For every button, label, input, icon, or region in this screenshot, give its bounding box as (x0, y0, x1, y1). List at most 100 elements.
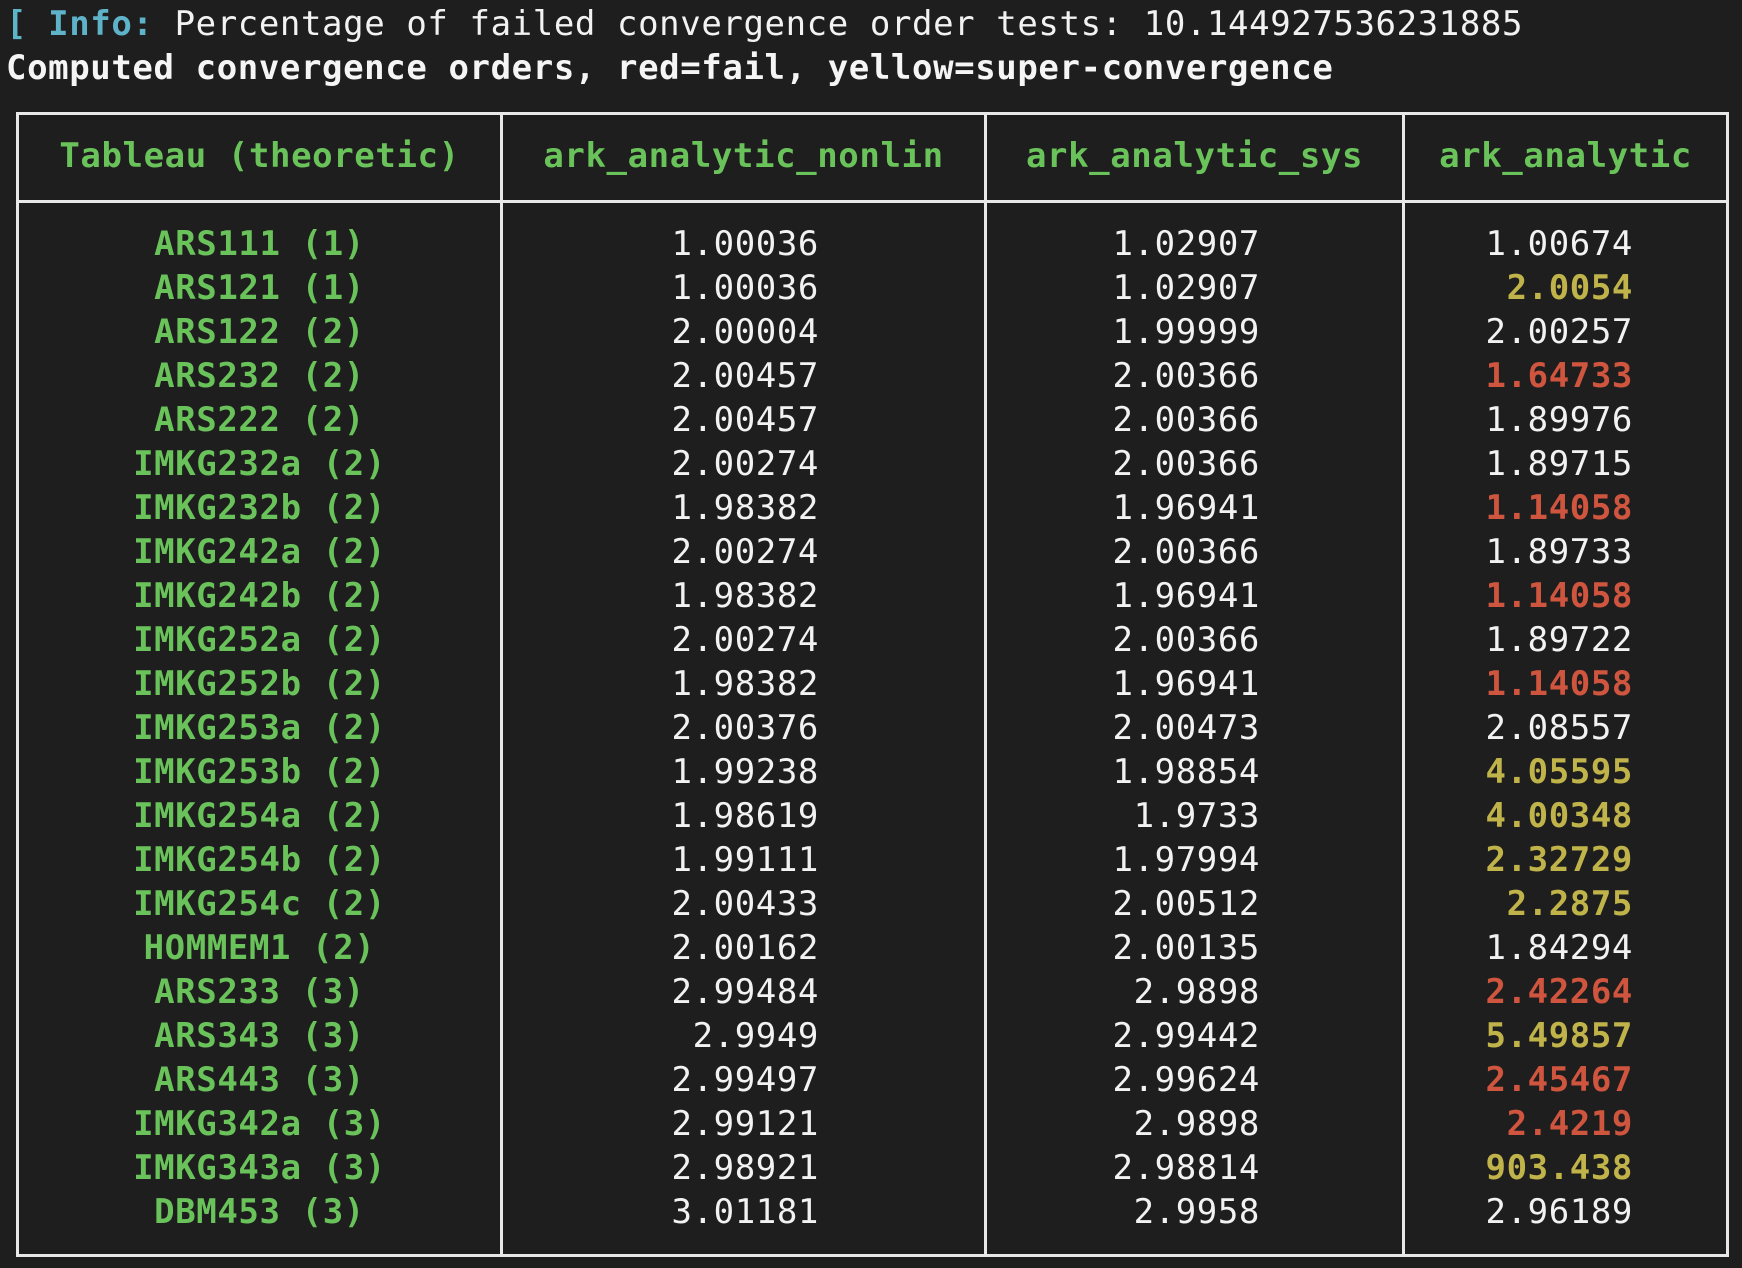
order-value-cell: 1.98619 (671, 796, 819, 836)
table-caption: Computed convergence orders, red=fail, y… (6, 48, 1334, 88)
order-value-cell: 1.64733 (1485, 356, 1633, 396)
order-value-cell: 2.00274 (671, 620, 819, 660)
order-value-cell: 1.89715 (1485, 444, 1633, 484)
tableau-name-cell: ARS111 (1) (154, 224, 365, 264)
tableau-name-cell: DBM453 (3) (154, 1192, 365, 1232)
order-value-cell: 1.14058 (1485, 664, 1633, 704)
tableau-name-cell: IMKG253b (2) (133, 752, 386, 792)
order-value-cell: 2.00004 (671, 312, 819, 352)
header-tableau: Tableau (theoretic) (59, 136, 460, 176)
tableau-name-cell: IMKG254c (2) (133, 884, 386, 924)
info-message: Percentage of failed convergence order t… (153, 4, 1524, 44)
order-value-cell: 4.00348 (1485, 796, 1633, 836)
order-value-cell: 1.14058 (1485, 488, 1633, 528)
order-value-cell: 1.99999 (1112, 312, 1260, 352)
order-value-cell: 3.01181 (671, 1192, 819, 1232)
order-value-cell: 2.98921 (671, 1148, 819, 1188)
order-value-cell: 903.438 (1485, 1148, 1633, 1188)
order-value-cell: 5.49857 (1485, 1016, 1633, 1056)
order-value-cell: 2.2875 (1506, 884, 1633, 924)
order-value-cell: 1.96941 (1112, 664, 1260, 704)
tableau-name-cell: IMKG232a (2) (133, 444, 386, 484)
order-value-cell: 2.98814 (1112, 1148, 1260, 1188)
order-value-cell: 2.42264 (1485, 972, 1633, 1012)
order-value-cell: 1.9733 (1133, 796, 1260, 836)
order-value-cell: 2.99121 (671, 1104, 819, 1144)
order-value-cell: 1.00036 (671, 224, 819, 264)
order-value-cell: 2.00257 (1485, 312, 1633, 352)
order-value-cell: 2.00162 (671, 928, 819, 968)
tableau-name-cell: IMKG254a (2) (133, 796, 386, 836)
order-value-cell: 2.00274 (671, 532, 819, 572)
tableau-name-cell: ARS233 (3) (154, 972, 365, 1012)
header-ark-analytic: ark_analytic (1439, 136, 1692, 176)
order-value-cell: 2.9958 (1133, 1192, 1260, 1232)
order-value-cell: 1.99238 (671, 752, 819, 792)
header-ark-analytic-sys: ark_analytic_sys (1025, 136, 1364, 176)
order-value-cell: 2.00366 (1112, 620, 1260, 660)
order-value-cell: 2.99497 (671, 1060, 819, 1100)
tableau-name-cell: ARS443 (3) (154, 1060, 365, 1100)
order-value-cell: 1.00674 (1485, 224, 1633, 264)
order-value-cell: 2.4219 (1506, 1104, 1633, 1144)
tableau-name-cell: IMKG242b (2) (133, 576, 386, 616)
order-value-cell: 2.9898 (1133, 1104, 1260, 1144)
order-value-cell: 1.00036 (671, 268, 819, 308)
order-value-cell: 1.02907 (1112, 268, 1260, 308)
tableau-name-cell: ARS222 (2) (154, 400, 365, 440)
order-value-cell: 2.00366 (1112, 444, 1260, 484)
order-value-cell: 1.89733 (1485, 532, 1633, 572)
tableau-name-cell: IMKG342a (3) (133, 1104, 386, 1144)
tableau-name-cell: ARS121 (1) (154, 268, 365, 308)
order-value-cell: 2.00457 (671, 400, 819, 440)
order-value-cell: 1.96941 (1112, 576, 1260, 616)
order-value-cell: 1.96941 (1112, 488, 1260, 528)
order-value-cell: 1.89976 (1485, 400, 1633, 440)
tableau-name-cell: IMKG232b (2) (133, 488, 386, 528)
order-value-cell: 2.00135 (1112, 928, 1260, 968)
tableau-name-cell: IMKG252b (2) (133, 664, 386, 704)
order-value-cell: 1.98382 (671, 664, 819, 704)
order-value-cell: 2.9898 (1133, 972, 1260, 1012)
tableau-name-cell: IMKG253a (2) (133, 708, 386, 748)
tableau-name-cell: HOMMEM1 (2) (143, 928, 376, 968)
order-value-cell: 2.00366 (1112, 532, 1260, 572)
order-value-cell: 2.00512 (1112, 884, 1260, 924)
order-value-cell: 2.00274 (671, 444, 819, 484)
order-value-cell: 1.97994 (1112, 840, 1260, 880)
order-value-cell: 1.89722 (1485, 620, 1633, 660)
order-value-cell: 2.99442 (1112, 1016, 1260, 1056)
order-value-cell: 2.32729 (1485, 840, 1633, 880)
order-value-cell: 2.0054 (1506, 268, 1633, 308)
order-value-cell: 4.05595 (1485, 752, 1633, 792)
order-value-cell: 2.08557 (1485, 708, 1633, 748)
info-tag: [ Info: (6, 4, 154, 44)
header-divider (16, 200, 1729, 203)
order-value-cell: 1.84294 (1485, 928, 1633, 968)
order-value-cell: 2.96189 (1485, 1192, 1633, 1232)
info-log-line: [ Info: Percentage of failed convergence… (6, 2, 1523, 46)
order-value-cell: 2.99484 (671, 972, 819, 1012)
tableau-name-cell: ARS232 (2) (154, 356, 365, 396)
order-value-cell: 1.98854 (1112, 752, 1260, 792)
order-value-cell: 1.98382 (671, 488, 819, 528)
tableau-name-cell: ARS343 (3) (154, 1016, 365, 1056)
order-value-cell: 1.14058 (1485, 576, 1633, 616)
order-value-cell: 2.00473 (1112, 708, 1260, 748)
tableau-name-cell: IMKG242a (2) (133, 532, 386, 572)
order-value-cell: 2.99624 (1112, 1060, 1260, 1100)
order-value-cell: 2.00433 (671, 884, 819, 924)
tableau-name-cell: IMKG252a (2) (133, 620, 386, 660)
order-value-cell: 2.00376 (671, 708, 819, 748)
order-value-cell: 1.99111 (671, 840, 819, 880)
order-value-cell: 2.9949 (692, 1016, 819, 1056)
order-value-cell: 2.00366 (1112, 356, 1260, 396)
tableau-name-cell: ARS122 (2) (154, 312, 365, 352)
order-value-cell: 1.02907 (1112, 224, 1260, 264)
header-ark-analytic-nonlin: ark_analytic_nonlin (543, 136, 944, 176)
order-value-cell: 1.98382 (671, 576, 819, 616)
tableau-name-cell: IMKG254b (2) (133, 840, 386, 880)
order-value-cell: 2.00366 (1112, 400, 1260, 440)
order-value-cell: 2.00457 (671, 356, 819, 396)
tableau-name-cell: IMKG343a (3) (133, 1148, 386, 1188)
